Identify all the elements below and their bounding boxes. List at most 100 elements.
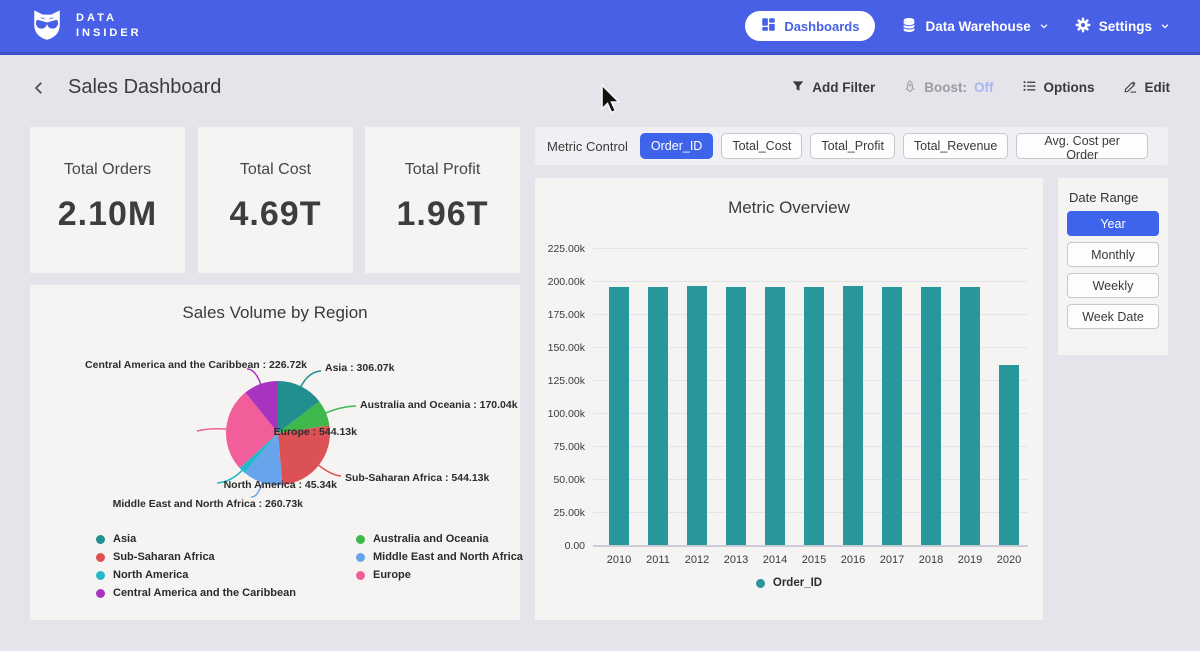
add-filter-label: Add Filter: [812, 80, 875, 95]
x-tick-label: 2015: [794, 554, 834, 566]
rocket-icon: [903, 79, 917, 97]
pie-label-asia: Asia : 306.07k: [325, 362, 394, 374]
metric-chip-total-revenue[interactable]: Total_Revenue: [903, 133, 1008, 159]
edit-label: Edit: [1145, 80, 1171, 95]
x-tick-label: 2011: [638, 554, 678, 566]
pie-label-europe: Europe : 544.13k: [274, 426, 357, 438]
pie-label-australia-and-oceania: Australia and Oceania : 170.04k: [360, 399, 518, 411]
legend-label: Central America and the Caribbean: [113, 587, 296, 599]
y-tick-label: 175.00k: [535, 309, 585, 321]
bar-2016[interactable]: [843, 286, 863, 545]
top-nav: DATA INSIDER Dashboards: [0, 0, 1200, 55]
bar-chart-card: Metric Overview 225.00k200.00k175.00k150…: [535, 178, 1043, 620]
legend-item-sub-saharan-africa[interactable]: Sub-Saharan Africa: [96, 551, 296, 563]
dashboards-button[interactable]: Dashboards: [745, 11, 875, 41]
legend-item-north-america[interactable]: North America: [96, 569, 296, 581]
database-icon: [901, 17, 917, 36]
chevron-down-icon: [1160, 19, 1170, 34]
y-tick-label: 225.00k: [535, 243, 585, 255]
legend-dot: [356, 553, 365, 562]
page-title: Sales Dashboard: [68, 76, 221, 99]
kpi-label: Total Cost: [198, 161, 353, 179]
x-tick-label: 2019: [950, 554, 990, 566]
legend-item-middle-east-and-north-africa[interactable]: Middle East and North Africa: [356, 551, 523, 563]
legend-item-central-america-and-the-caribbean[interactable]: Central America and the Caribbean: [96, 587, 296, 599]
kpi-label: Total Orders: [30, 161, 185, 179]
y-tick-label: 50.00k: [535, 474, 585, 486]
metric-chip-total-profit[interactable]: Total_Profit: [810, 133, 895, 159]
kpi-value: 1.96T: [365, 195, 520, 234]
x-tick-label: 2010: [599, 554, 639, 566]
bar-2012[interactable]: [687, 286, 707, 545]
x-tick-label: 2016: [833, 554, 873, 566]
legend-label: Asia: [113, 533, 136, 545]
pie-leader-line: [325, 406, 356, 413]
pie-label-central-america-and-the-caribbean: Central America and the Caribbean : 226.…: [85, 359, 307, 371]
legend-label: Middle East and North Africa: [373, 551, 523, 563]
legend-label: North America: [113, 569, 188, 581]
dashboards-grid-icon: [761, 17, 776, 35]
bar-2015[interactable]: [804, 287, 824, 545]
y-tick-label: 100.00k: [535, 408, 585, 420]
back-button[interactable]: [30, 79, 48, 97]
add-filter-button[interactable]: Add Filter: [791, 79, 875, 96]
legend-dot: [96, 589, 105, 598]
data-warehouse-menu[interactable]: Data Warehouse: [901, 17, 1048, 36]
gear-icon: [1075, 17, 1091, 36]
boost-label: Boost:: [924, 80, 967, 95]
dashboard-toolbar: Sales Dashboard Add Filter Boost: Off: [0, 55, 1200, 120]
legend-dot: [756, 579, 765, 588]
edit-button[interactable]: Edit: [1123, 79, 1171, 97]
bar-2010[interactable]: [609, 287, 629, 545]
metric-chip-total-cost[interactable]: Total_Cost: [721, 133, 802, 159]
legend-item-europe[interactable]: Europe: [356, 569, 523, 581]
y-tick-label: 25.00k: [535, 507, 585, 519]
pie-leader-line: [318, 465, 341, 476]
options-button[interactable]: Options: [1022, 79, 1095, 96]
y-tick-label: 0.00: [535, 540, 585, 552]
bar-2013[interactable]: [726, 287, 746, 545]
owl-logo-icon: [30, 7, 64, 46]
pencil-icon: [1123, 79, 1138, 97]
legend-dot: [96, 553, 105, 562]
legend-label: Sub-Saharan Africa: [113, 551, 215, 563]
settings-menu[interactable]: Settings: [1075, 17, 1170, 36]
kpi-card-total-profit: Total Profit 1.96T: [365, 127, 520, 273]
settings-label: Settings: [1099, 19, 1152, 34]
legend-dot: [96, 535, 105, 544]
y-tick-label: 75.00k: [535, 441, 585, 453]
legend-label: Europe: [373, 569, 411, 581]
bar-2020[interactable]: [999, 365, 1019, 545]
bar-2018[interactable]: [921, 287, 941, 545]
bar-2014[interactable]: [765, 287, 785, 545]
metric-chip-avg-cost-per-order[interactable]: Avg. Cost per Order: [1016, 133, 1148, 159]
kpi-label: Total Profit: [365, 161, 520, 179]
legend-item-asia[interactable]: Asia: [96, 533, 296, 545]
bar-2019[interactable]: [960, 287, 980, 545]
date-range-weekly[interactable]: Weekly: [1067, 273, 1159, 298]
bar-chart-legend[interactable]: Order_ID: [535, 577, 1043, 589]
legend-item-australia-and-oceania[interactable]: Australia and Oceania: [356, 533, 523, 545]
brand-text: DATA INSIDER: [76, 11, 142, 41]
filter-funnel-icon: [791, 79, 805, 96]
x-tick-label: 2020: [989, 554, 1029, 566]
kpi-value: 4.69T: [198, 195, 353, 234]
date-range-week-date[interactable]: Week Date: [1067, 304, 1159, 329]
legend-label: Australia and Oceania: [373, 533, 489, 545]
bar-chart-title: Metric Overview: [535, 198, 1043, 218]
bar-2017[interactable]: [882, 287, 902, 545]
x-tick-label: 2017: [872, 554, 912, 566]
date-range-monthly[interactable]: Monthly: [1067, 242, 1159, 267]
metric-chip-order-id[interactable]: Order_ID: [640, 133, 713, 159]
pie-label-middle-east-and-north-africa: Middle East and North Africa : 260.73k: [113, 498, 303, 510]
dashboards-label: Dashboards: [784, 19, 859, 34]
metric-chip-list: Order_ID Total_Cost Total_Profit Total_Reve…: [640, 133, 1156, 159]
date-range-card: Date Range YearMonthlyWeeklyWeek Date: [1058, 178, 1168, 355]
date-range-year[interactable]: Year: [1067, 211, 1159, 236]
y-tick-label: 125.00k: [535, 375, 585, 387]
pie-chart-card: Sales Volume by Region AsiaSub-Saharan A…: [30, 285, 520, 620]
bar-2011[interactable]: [648, 287, 668, 545]
x-tick-label: 2012: [677, 554, 717, 566]
boost-toggle[interactable]: Boost: Off: [903, 79, 993, 97]
data-warehouse-label: Data Warehouse: [925, 19, 1030, 34]
